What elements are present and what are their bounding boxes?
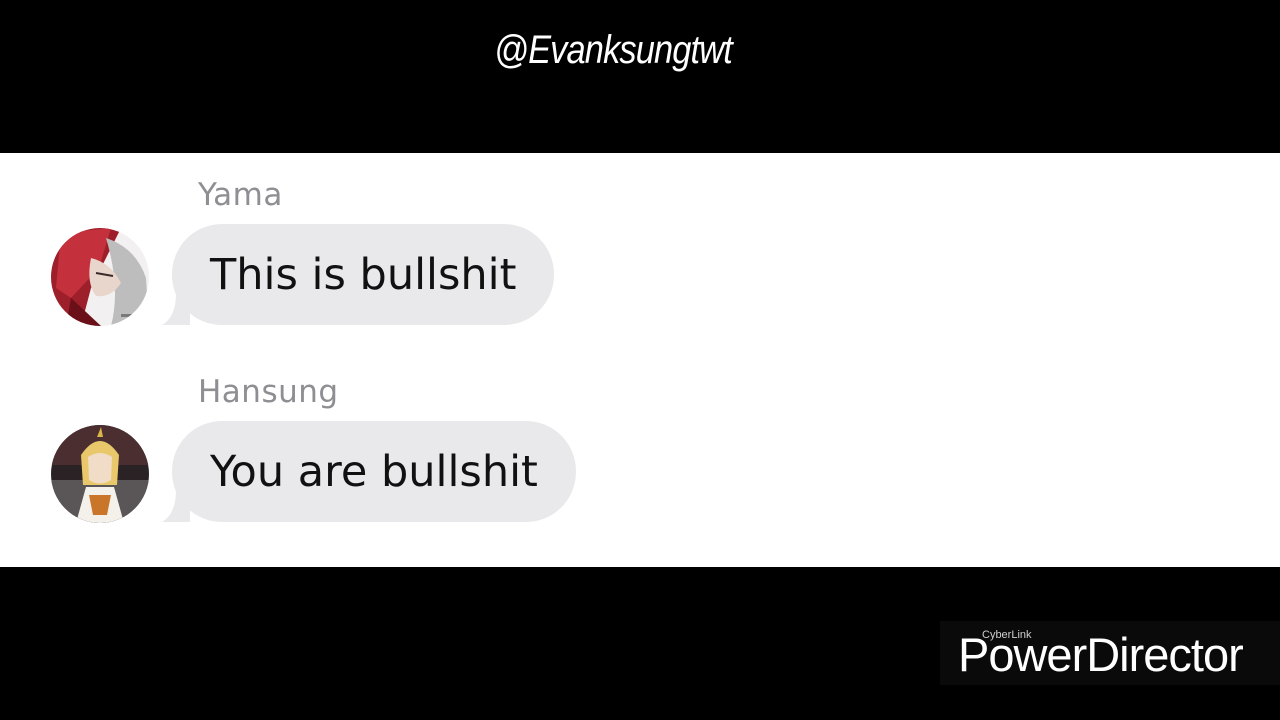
anime-character-red-hair-avatar-icon bbox=[51, 228, 149, 326]
avatar[interactable] bbox=[51, 425, 149, 523]
editor-watermark: PowerDirector CyberLink bbox=[940, 621, 1280, 685]
anime-character-blonde-avatar-icon bbox=[51, 425, 149, 523]
avatar[interactable] bbox=[51, 228, 149, 326]
sender-name: Yama bbox=[198, 177, 283, 213]
message-bubble[interactable]: This is bullshit bbox=[172, 224, 555, 325]
chat-panel: Yama This is bullshit Hansung You are bu… bbox=[0, 153, 1280, 567]
sender-name: Hansung bbox=[198, 374, 339, 410]
twitter-handle-watermark: @Evanksungtwt bbox=[494, 28, 733, 72]
message-bubble[interactable]: You are bullshit bbox=[172, 421, 576, 522]
message-bubble-wrapper: You are bullshit bbox=[160, 421, 576, 522]
message-bubble-wrapper: This is bullshit bbox=[160, 224, 555, 325]
editor-brand-name: CyberLink bbox=[982, 629, 1032, 641]
